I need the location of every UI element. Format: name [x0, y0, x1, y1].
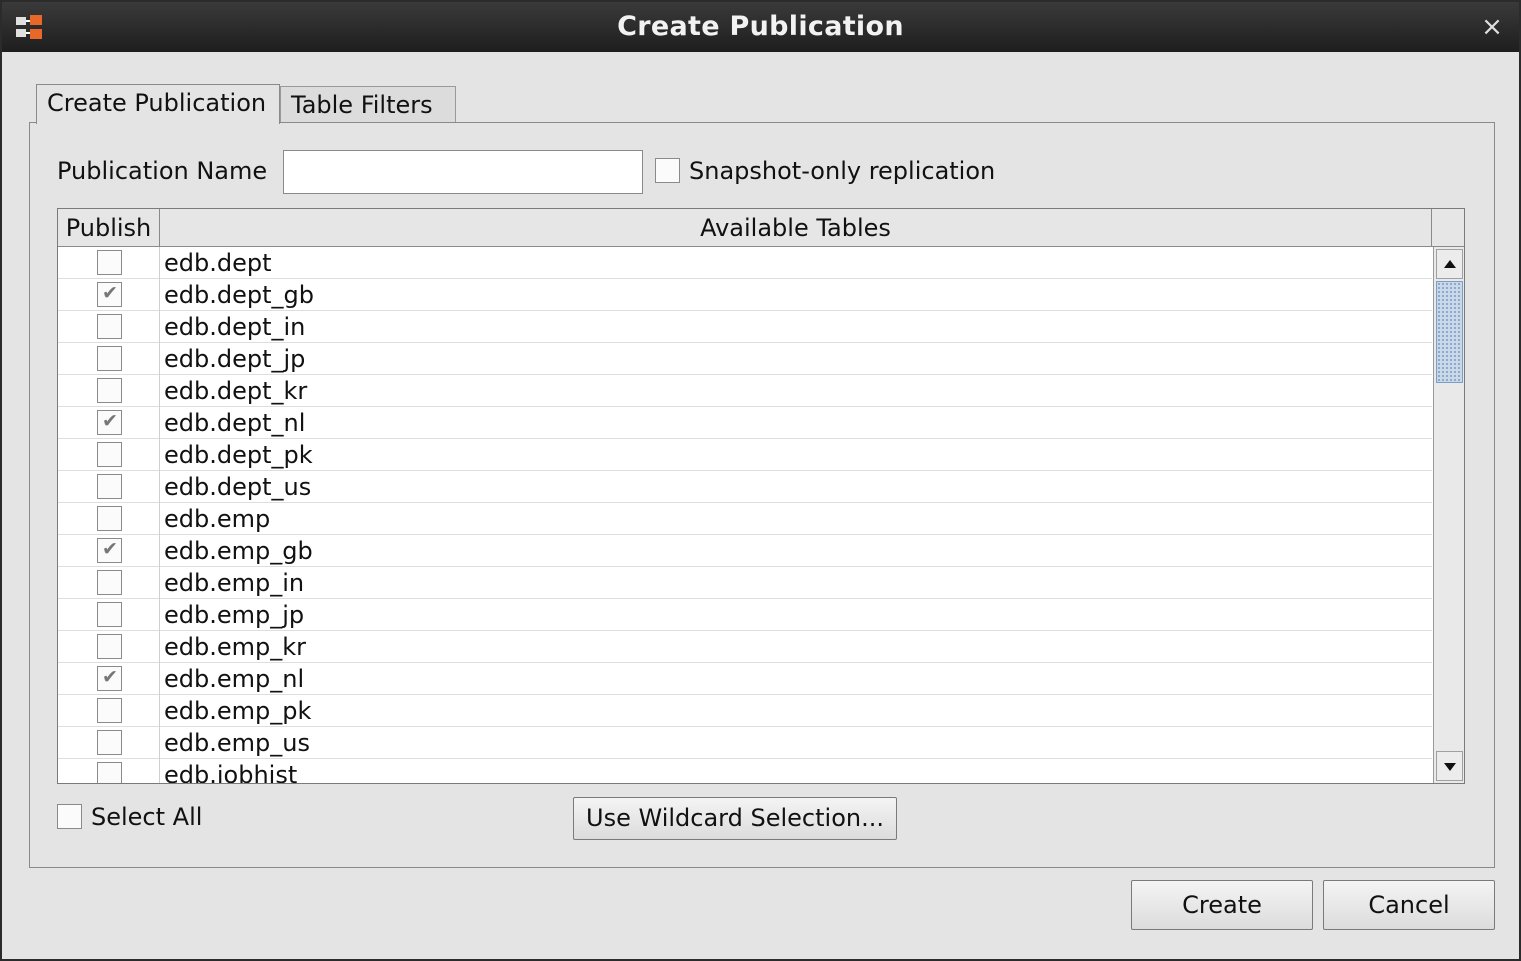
table-name-cell: edb.emp_jp	[164, 601, 305, 629]
table-row[interactable]: edb.dept_in	[58, 311, 1432, 343]
table-row[interactable]: edb.jobhist	[58, 759, 1432, 783]
table-row[interactable]: edb.dept	[58, 247, 1432, 279]
table-name-cell: edb.dept_nl	[164, 409, 306, 437]
table-row[interactable]: edb.emp_jp	[58, 599, 1432, 631]
publish-checkbox[interactable]	[97, 410, 122, 435]
publish-cell	[58, 663, 160, 695]
table-name-cell: edb.jobhist	[164, 761, 298, 783]
table-header: Publish Available Tables	[58, 209, 1464, 247]
table-name-cell: edb.dept_kr	[164, 377, 308, 405]
select-all-checkbox[interactable]	[57, 804, 82, 829]
table-body: edb.dept edb.dept_gb edb.dept_in edb.dept_j…	[58, 247, 1432, 783]
available-tables-table: Publish Available Tables edb.deptedb.dep…	[57, 208, 1465, 784]
cancel-button[interactable]: Cancel	[1323, 880, 1495, 930]
publication-name-label: Publication Name	[57, 157, 268, 185]
scroll-up-icon[interactable]	[1436, 249, 1463, 279]
table-name-cell: edb.emp_kr	[164, 633, 307, 661]
publish-cell	[58, 279, 160, 311]
publish-cell	[58, 727, 160, 759]
table-row[interactable]: edb.dept_gb	[58, 279, 1432, 311]
publish-checkbox[interactable]	[97, 442, 122, 467]
publish-cell	[58, 503, 160, 535]
table-name-cell: edb.dept_gb	[164, 281, 314, 309]
table-row[interactable]: edb.dept_pk	[58, 439, 1432, 471]
create-publication-dialog: Create Publication × Create Publication …	[0, 0, 1521, 961]
title-bar: Create Publication ×	[2, 2, 1519, 52]
publish-cell	[58, 567, 160, 599]
select-all-label: Select All	[91, 803, 203, 831]
publish-cell	[58, 535, 160, 567]
publish-cell	[58, 375, 160, 407]
publish-checkbox[interactable]	[97, 346, 122, 371]
vertical-scrollbar[interactable]	[1433, 247, 1464, 783]
table-name-cell: edb.emp_us	[164, 729, 310, 757]
window-title: Create Publication	[617, 11, 904, 42]
publish-cell	[58, 343, 160, 375]
publish-checkbox[interactable]	[97, 378, 122, 403]
snapshot-only-checkbox[interactable]	[655, 158, 680, 183]
publish-cell	[58, 471, 160, 503]
table-name-cell: edb.emp_in	[164, 569, 305, 597]
table-row[interactable]: edb.emp_gb	[58, 535, 1432, 567]
publish-cell	[58, 439, 160, 471]
publish-checkbox[interactable]	[97, 474, 122, 499]
create-button[interactable]: Create	[1131, 880, 1313, 930]
table-name-cell: edb.emp	[164, 505, 271, 533]
table-row[interactable]: edb.emp_in	[58, 567, 1432, 599]
table-row[interactable]: edb.emp_nl	[58, 663, 1432, 695]
publish-checkbox[interactable]	[97, 570, 122, 595]
table-row[interactable]: edb.emp	[58, 503, 1432, 535]
close-icon[interactable]: ×	[1479, 12, 1505, 42]
publish-cell	[58, 631, 160, 663]
table-row[interactable]: edb.emp_pk	[58, 695, 1432, 727]
publish-checkbox[interactable]	[97, 666, 122, 691]
table-row[interactable]: edb.dept_kr	[58, 375, 1432, 407]
scroll-down-icon[interactable]	[1436, 751, 1463, 781]
tab-table-filters[interactable]: Table Filters	[280, 86, 456, 124]
publish-checkbox[interactable]	[97, 250, 122, 275]
publish-checkbox[interactable]	[97, 282, 122, 307]
publish-cell	[58, 759, 160, 783]
table-name-cell: edb.dept	[164, 249, 272, 277]
table-name-cell: edb.dept_in	[164, 313, 306, 341]
table-name-cell: edb.emp_pk	[164, 697, 312, 725]
table-row[interactable]: edb.dept_us	[58, 471, 1432, 503]
publish-cell	[58, 407, 160, 439]
scroll-thumb[interactable]	[1436, 281, 1463, 383]
use-wildcard-selection-button[interactable]: Use Wildcard Selection...	[573, 797, 897, 840]
publish-checkbox[interactable]	[97, 698, 122, 723]
header-corner	[1432, 209, 1464, 247]
table-name-cell: edb.dept_pk	[164, 441, 313, 469]
column-header-available-tables[interactable]: Available Tables	[160, 209, 1432, 247]
publish-checkbox[interactable]	[97, 730, 122, 755]
table-row[interactable]: edb.dept_nl	[58, 407, 1432, 439]
publish-cell	[58, 599, 160, 631]
publish-checkbox[interactable]	[97, 762, 122, 783]
publish-checkbox[interactable]	[97, 602, 122, 627]
table-name-cell: edb.dept_us	[164, 473, 312, 501]
publish-cell	[58, 695, 160, 727]
column-header-publish[interactable]: Publish	[58, 209, 160, 247]
publish-cell	[58, 247, 160, 279]
publication-name-input[interactable]	[283, 150, 643, 194]
snapshot-only-label: Snapshot-only replication	[689, 157, 996, 185]
publish-checkbox[interactable]	[97, 314, 122, 339]
publish-checkbox[interactable]	[97, 506, 122, 531]
table-row[interactable]: edb.emp_kr	[58, 631, 1432, 663]
publish-cell	[58, 311, 160, 343]
tab-create-publication[interactable]: Create Publication	[36, 84, 280, 124]
table-row[interactable]: edb.emp_us	[58, 727, 1432, 759]
table-row[interactable]: edb.dept_jp	[58, 343, 1432, 375]
publish-checkbox[interactable]	[97, 634, 122, 659]
table-name-cell: edb.emp_nl	[164, 665, 305, 693]
publish-checkbox[interactable]	[97, 538, 122, 563]
table-name-cell: edb.dept_jp	[164, 345, 306, 373]
table-name-cell: edb.emp_gb	[164, 537, 313, 565]
